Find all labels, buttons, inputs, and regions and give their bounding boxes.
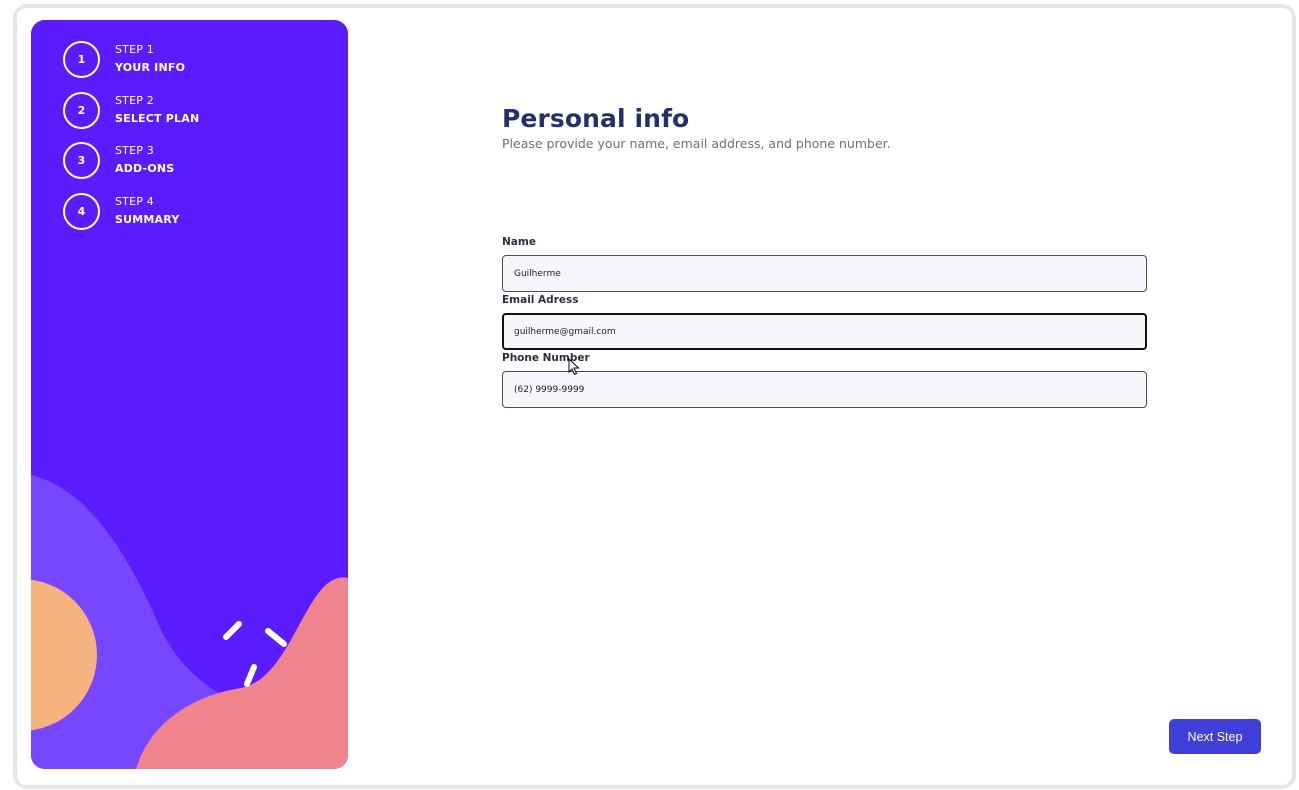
step-name: SUMMARY bbox=[115, 213, 180, 226]
step-number-circle: 3 bbox=[63, 142, 100, 179]
step-name: YOUR INFO bbox=[115, 61, 186, 74]
step-text: STEP 2 SELECT PLAN bbox=[115, 94, 199, 127]
step-3[interactable]: 3 STEP 3 ADD-ONS bbox=[63, 142, 174, 179]
step-number-circle: 2 bbox=[63, 92, 100, 129]
step-text: STEP 1 YOUR INFO bbox=[115, 43, 185, 76]
step-label: STEP 2 bbox=[115, 94, 154, 107]
name-label: Name bbox=[502, 236, 536, 248]
step-4[interactable]: 4 STEP 4 SUMMARY bbox=[63, 193, 180, 230]
sidebar-background-illustration bbox=[31, 20, 348, 769]
phone-field[interactable] bbox=[502, 371, 1147, 408]
step-label: STEP 3 bbox=[115, 144, 154, 157]
name-field[interactable] bbox=[502, 255, 1147, 292]
step-label: STEP 1 bbox=[115, 43, 154, 56]
sidebar: 1 STEP 1 YOUR INFO 2 STEP 2 SELECT PLAN … bbox=[31, 20, 348, 769]
page-subtitle: Please provide your name, email address,… bbox=[502, 136, 891, 151]
next-step-button[interactable]: Next Step bbox=[1169, 719, 1261, 754]
email-label: Email Adress bbox=[502, 294, 579, 306]
page-title: Personal info bbox=[502, 104, 690, 133]
step-1[interactable]: 1 STEP 1 YOUR INFO bbox=[63, 41, 185, 78]
step-text: STEP 3 ADD-ONS bbox=[115, 144, 174, 177]
step-name: SELECT PLAN bbox=[115, 112, 200, 125]
mouse-pointer-icon bbox=[568, 358, 580, 376]
step-label: STEP 4 bbox=[115, 195, 154, 208]
step-number-circle: 4 bbox=[63, 193, 100, 230]
step-text: STEP 4 SUMMARY bbox=[115, 195, 180, 228]
step-number-circle: 1 bbox=[63, 41, 100, 78]
email-field[interactable] bbox=[502, 313, 1147, 350]
step-name: ADD-ONS bbox=[115, 162, 175, 175]
step-2[interactable]: 2 STEP 2 SELECT PLAN bbox=[63, 92, 199, 129]
